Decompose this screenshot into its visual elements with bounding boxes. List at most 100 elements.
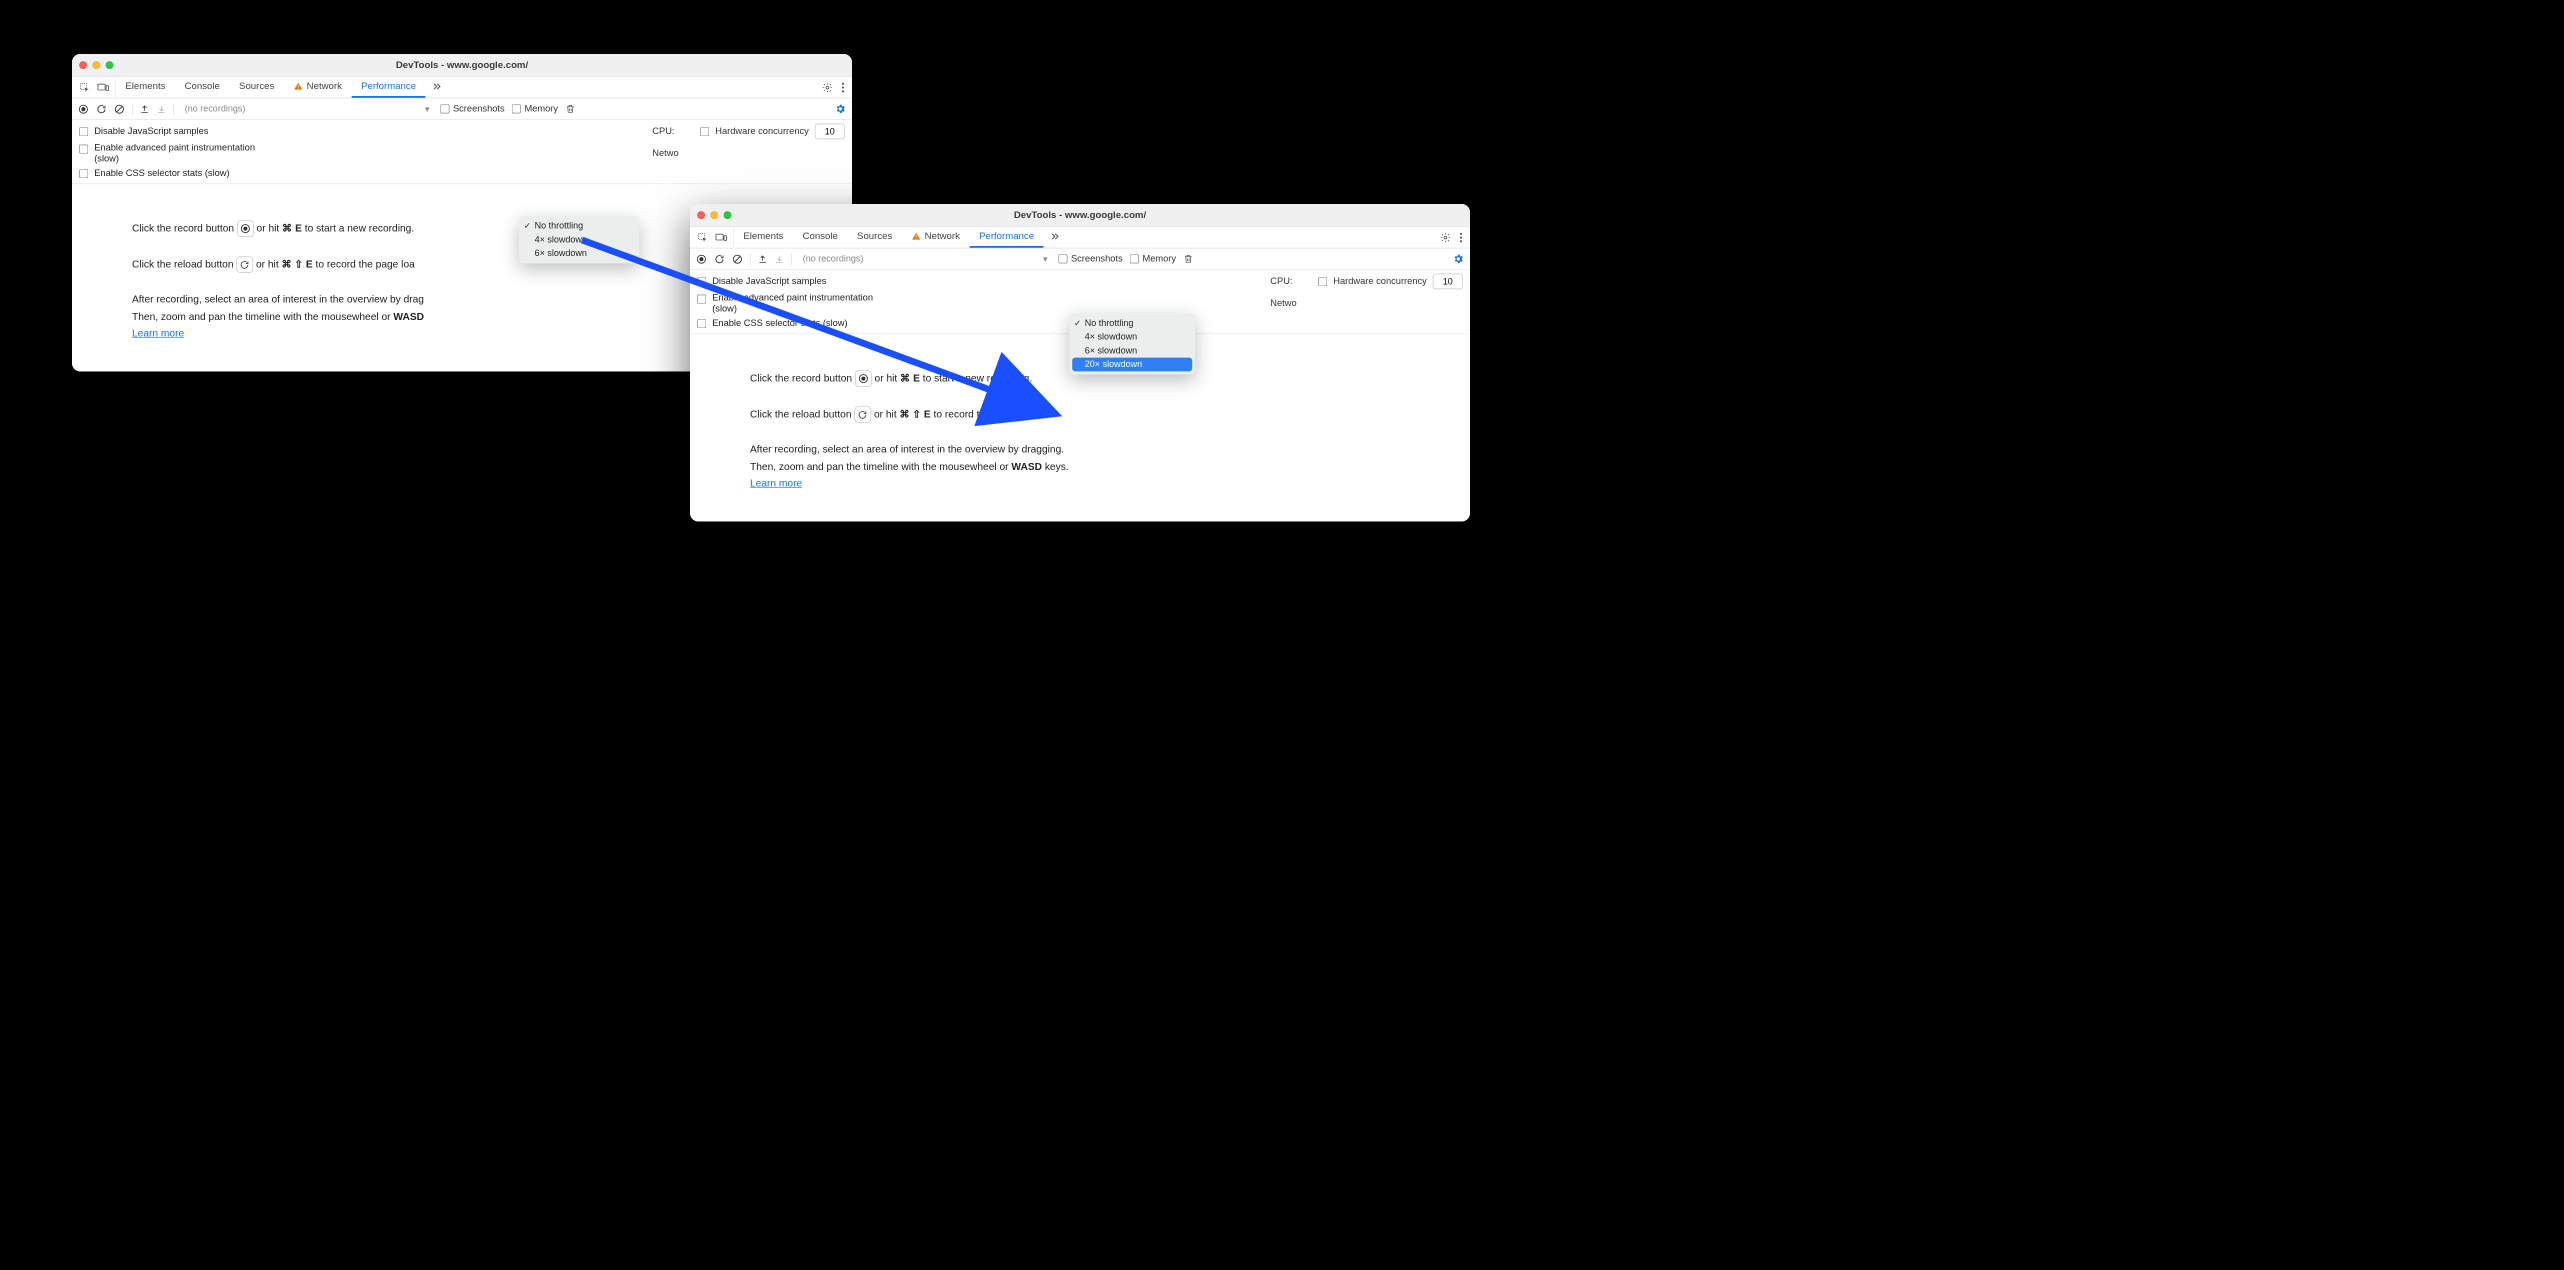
device-icon[interactable] bbox=[715, 233, 727, 243]
record-icon[interactable] bbox=[696, 254, 707, 265]
checkbox-label: Memory bbox=[524, 104, 558, 115]
upload-icon[interactable] bbox=[140, 104, 150, 114]
tabs-overflow[interactable] bbox=[1044, 227, 1067, 248]
checkbox-label: Enable CSS selector stats (slow) bbox=[94, 168, 229, 179]
cpu-label: CPU: bbox=[1270, 276, 1296, 287]
css-stats-checkbox[interactable]: Enable CSS selector stats (slow) bbox=[79, 168, 641, 179]
record-button[interactable] bbox=[237, 220, 254, 237]
dropdown-item[interactable]: 4× slowdown bbox=[1069, 330, 1195, 344]
minimize-icon[interactable] bbox=[710, 211, 718, 219]
cpu-throttle-dropdown[interactable]: No throttling 4× slowdown 6× slowdown 20… bbox=[1069, 313, 1195, 374]
checkbox-label: Screenshots bbox=[1071, 254, 1123, 265]
inspect-icon[interactable] bbox=[697, 232, 708, 243]
cpu-throttle-dropdown[interactable]: No throttling 4× slowdown 6× slowdown bbox=[519, 216, 639, 263]
close-icon[interactable] bbox=[697, 211, 705, 219]
screenshots-checkbox[interactable]: Screenshots bbox=[440, 104, 504, 115]
perf-toolbar: (no recordings) ▾ Screenshots Memory bbox=[690, 248, 1470, 270]
tab-network[interactable]: Network bbox=[284, 77, 352, 98]
disable-js-checkbox[interactable]: Disable JavaScript samples bbox=[697, 276, 1259, 287]
tab-label: Sources bbox=[857, 231, 892, 242]
recordings-label: (no recordings) bbox=[803, 254, 864, 264]
record-button[interactable] bbox=[855, 370, 872, 387]
adv-paint-checkbox[interactable]: Enable advanced paint instrumentation (s… bbox=[79, 143, 641, 165]
chevron-down-icon: ▾ bbox=[425, 104, 430, 115]
dropdown-item-selected[interactable]: 20× slowdown bbox=[1072, 358, 1192, 372]
dropdown-item[interactable]: No throttling bbox=[519, 219, 639, 233]
dropdown-item[interactable]: No throttling bbox=[1069, 316, 1195, 330]
kebab-icon[interactable] bbox=[1459, 232, 1463, 243]
tab-elements[interactable]: Elements bbox=[734, 227, 793, 248]
tab-label: Elements bbox=[743, 231, 783, 242]
minimize-icon[interactable] bbox=[92, 61, 100, 69]
warning-icon bbox=[911, 232, 921, 242]
tab-console[interactable]: Console bbox=[793, 227, 847, 248]
gear-icon[interactable] bbox=[1440, 232, 1451, 243]
tab-performance[interactable]: Performance bbox=[969, 227, 1043, 248]
device-icon[interactable] bbox=[97, 83, 109, 93]
record-icon[interactable] bbox=[78, 104, 89, 115]
reload-icon[interactable] bbox=[96, 104, 107, 115]
tabs-overflow[interactable] bbox=[426, 77, 449, 98]
perf-settings-gear-icon[interactable] bbox=[835, 103, 846, 114]
disable-js-checkbox[interactable]: Disable JavaScript samples bbox=[79, 126, 641, 137]
perf-settings-gear-icon[interactable] bbox=[1453, 253, 1464, 264]
divider bbox=[132, 103, 133, 115]
tab-elements[interactable]: Elements bbox=[116, 77, 175, 98]
dropdown-item[interactable]: 4× slowdown bbox=[519, 233, 639, 247]
hw-concurrency-input[interactable] bbox=[815, 124, 845, 140]
kebab-icon[interactable] bbox=[841, 82, 845, 93]
tab-label: Elements bbox=[125, 81, 165, 92]
hw-concurrency-checkbox[interactable]: Hardware concurrency bbox=[700, 126, 809, 137]
tab-label: Console bbox=[185, 81, 220, 92]
tab-network[interactable]: Network bbox=[902, 227, 970, 248]
tab-sources[interactable]: Sources bbox=[229, 77, 283, 98]
memory-checkbox[interactable]: Memory bbox=[512, 104, 558, 115]
reload-button[interactable] bbox=[854, 406, 871, 423]
upload-icon[interactable] bbox=[758, 254, 768, 264]
reload-icon[interactable] bbox=[714, 254, 725, 265]
memory-checkbox[interactable]: Memory bbox=[1130, 254, 1176, 265]
dropdown-item[interactable]: 6× slowdown bbox=[519, 247, 639, 261]
screenshots-checkbox[interactable]: Screenshots bbox=[1058, 254, 1122, 265]
gear-icon[interactable] bbox=[822, 82, 833, 93]
tab-performance[interactable]: Performance bbox=[351, 77, 425, 98]
tab-sources[interactable]: Sources bbox=[847, 227, 901, 248]
perf-settings-panel: Disable JavaScript samples CPU: Hardware… bbox=[72, 120, 852, 184]
download-icon[interactable] bbox=[775, 254, 785, 264]
inspect-icon[interactable] bbox=[79, 82, 90, 93]
tab-label: Performance bbox=[979, 231, 1034, 242]
divider bbox=[750, 253, 751, 265]
zoom-icon[interactable] bbox=[106, 61, 114, 69]
traffic-lights[interactable] bbox=[697, 211, 731, 219]
learn-more-link[interactable]: Learn more bbox=[132, 328, 184, 339]
after-text-2: Then, zoom and pan the timeline with the… bbox=[750, 459, 1410, 474]
titlebar[interactable]: DevTools - www.google.com/ bbox=[690, 204, 1470, 227]
zoom-icon[interactable] bbox=[724, 211, 732, 219]
checkbox-label: Disable JavaScript samples bbox=[712, 276, 826, 287]
checkbox-label: Enable CSS selector stats (slow) bbox=[712, 318, 847, 329]
network-label: Netwo bbox=[1270, 298, 1296, 309]
checkbox-label: Enable advanced paint instrumentation (s… bbox=[94, 143, 262, 165]
devtools-window-right: DevTools - www.google.com/ Elements Cons… bbox=[690, 204, 1470, 521]
reload-button[interactable] bbox=[236, 256, 253, 273]
tab-label: Console bbox=[803, 231, 838, 242]
hw-concurrency-input[interactable] bbox=[1433, 274, 1463, 290]
learn-more-link[interactable]: Learn more bbox=[750, 478, 802, 489]
titlebar[interactable]: DevTools - www.google.com/ bbox=[72, 54, 852, 77]
dropdown-item[interactable]: 6× slowdown bbox=[1069, 344, 1195, 358]
close-icon[interactable] bbox=[79, 61, 87, 69]
traffic-lights[interactable] bbox=[79, 61, 113, 69]
trash-icon[interactable] bbox=[565, 104, 575, 114]
download-icon[interactable] bbox=[157, 104, 167, 114]
adv-paint-checkbox[interactable]: Enable advanced paint instrumentation (s… bbox=[697, 293, 1259, 315]
hw-concurrency-checkbox[interactable]: Hardware concurrency bbox=[1318, 276, 1427, 287]
checkbox-label: Hardware concurrency bbox=[715, 126, 809, 137]
recordings-select[interactable]: (no recordings) ▾ bbox=[181, 104, 433, 115]
tab-label: Network bbox=[307, 81, 342, 92]
trash-icon[interactable] bbox=[1183, 254, 1193, 264]
recordings-select[interactable]: (no recordings) ▾ bbox=[799, 254, 1051, 265]
clear-icon[interactable] bbox=[732, 254, 743, 265]
tab-console[interactable]: Console bbox=[175, 77, 229, 98]
clear-icon[interactable] bbox=[114, 104, 125, 115]
checkbox-label: Memory bbox=[1142, 254, 1176, 265]
